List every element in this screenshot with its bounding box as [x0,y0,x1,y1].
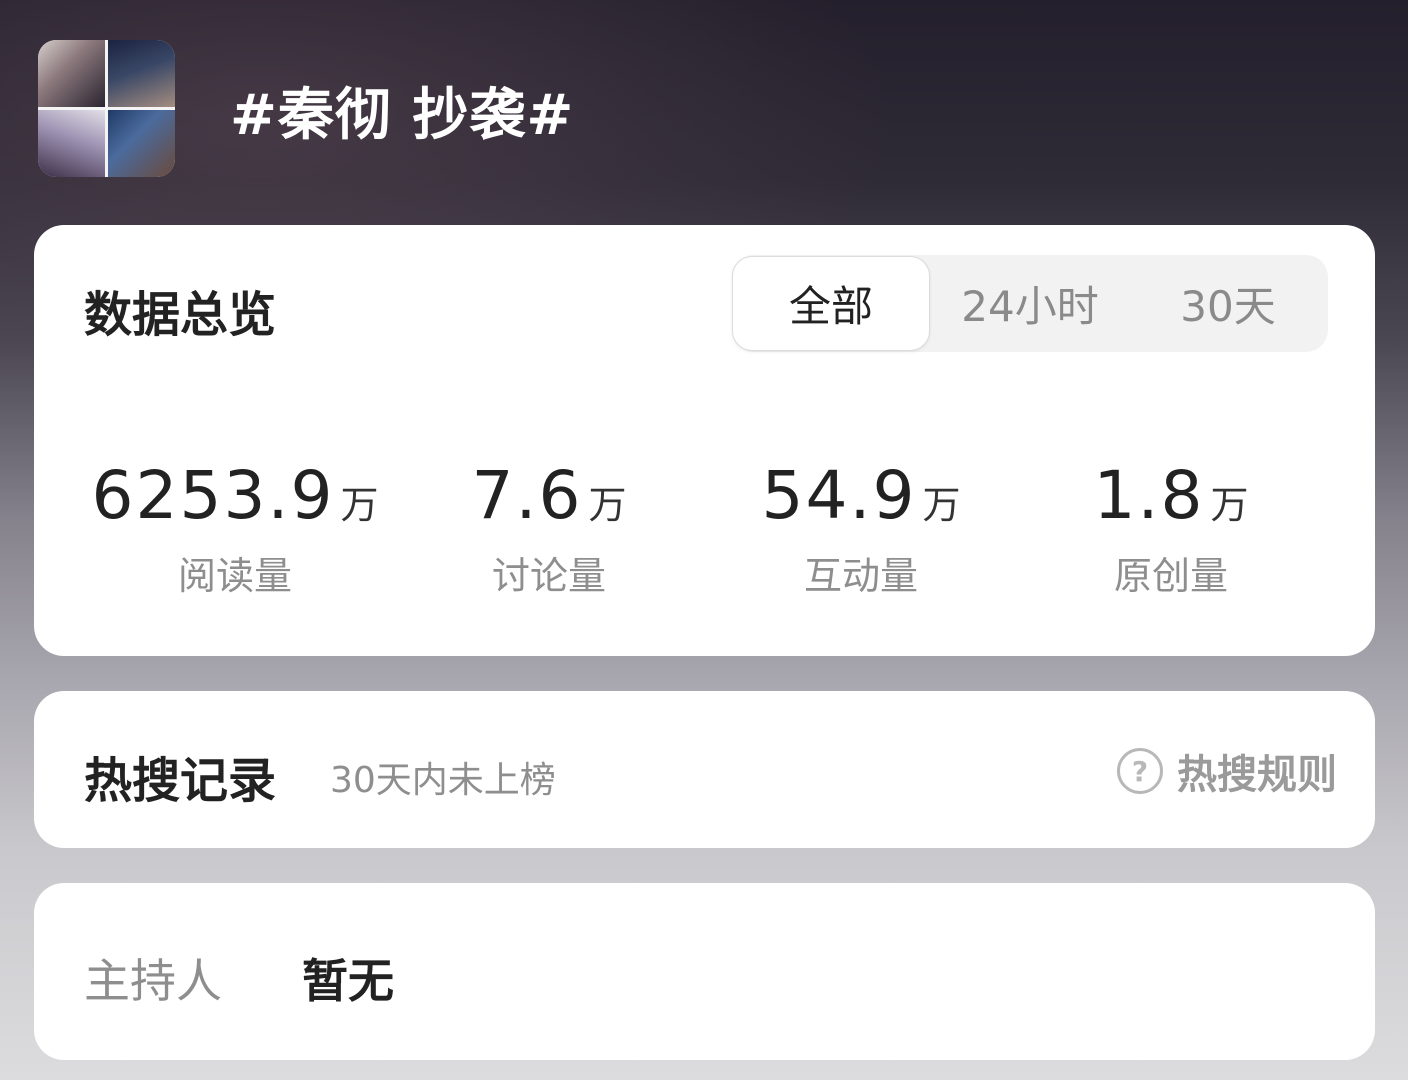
stat-reads: 6253.9 万 阅读量 [70,457,400,598]
stat-discussions: 7.6 万 讨论量 [384,457,714,598]
stat-originals: 1.8 万 原创量 [1006,457,1336,598]
topic-cover-image[interactable] [38,40,175,177]
hot-search-title: 热搜记录 [84,753,277,809]
topic-header: #秦彻 抄袭# [38,40,1378,180]
cover-tile [108,40,175,107]
stat-label: 互动量 [803,554,918,598]
stat-value: 6253.9 [91,457,335,534]
stat-label: 阅读量 [177,554,292,598]
cover-tile [38,110,105,177]
tab-24h[interactable]: 24小时 [930,256,1130,351]
topic-title: #秦彻 抄袭# [230,83,575,148]
stat-interactions: 54.9 万 互动量 [696,457,1026,598]
question-circle-icon: ? [1117,748,1163,794]
cover-tile [38,40,105,107]
time-range-tabs: 全部 24小时 30天 [732,255,1328,352]
stat-label: 讨论量 [491,554,606,598]
stat-label: 原创量 [1113,554,1228,598]
stat-value: 1.8 [1093,457,1205,534]
overview-title: 数据总览 [84,287,277,343]
stat-unit: 万 [340,483,379,527]
host-value: 暂无 [302,954,394,1008]
stat-value: 7.6 [471,457,583,534]
host-card: 主持人 暂无 [34,883,1375,1060]
hot-search-rules-label: 热搜规则 [1177,752,1337,798]
tab-all[interactable]: 全部 [732,256,930,351]
hot-search-status: 30天内未上榜 [330,760,556,801]
host-label: 主持人 [84,954,222,1008]
stat-value: 54.9 [761,457,917,534]
hot-search-rules-link[interactable]: ? 热搜规则 [1117,743,1337,799]
data-overview-card: 数据总览 全部 24小时 30天 6253.9 万 阅读量 7.6 万 讨论量 54… [34,225,1375,656]
stat-unit: 万 [588,483,627,527]
tab-30d[interactable]: 30天 [1130,256,1326,351]
cover-tile [108,110,175,177]
stat-unit: 万 [1210,483,1249,527]
hot-search-card: 热搜记录 30天内未上榜 ? 热搜规则 [34,691,1375,848]
stat-unit: 万 [922,483,961,527]
